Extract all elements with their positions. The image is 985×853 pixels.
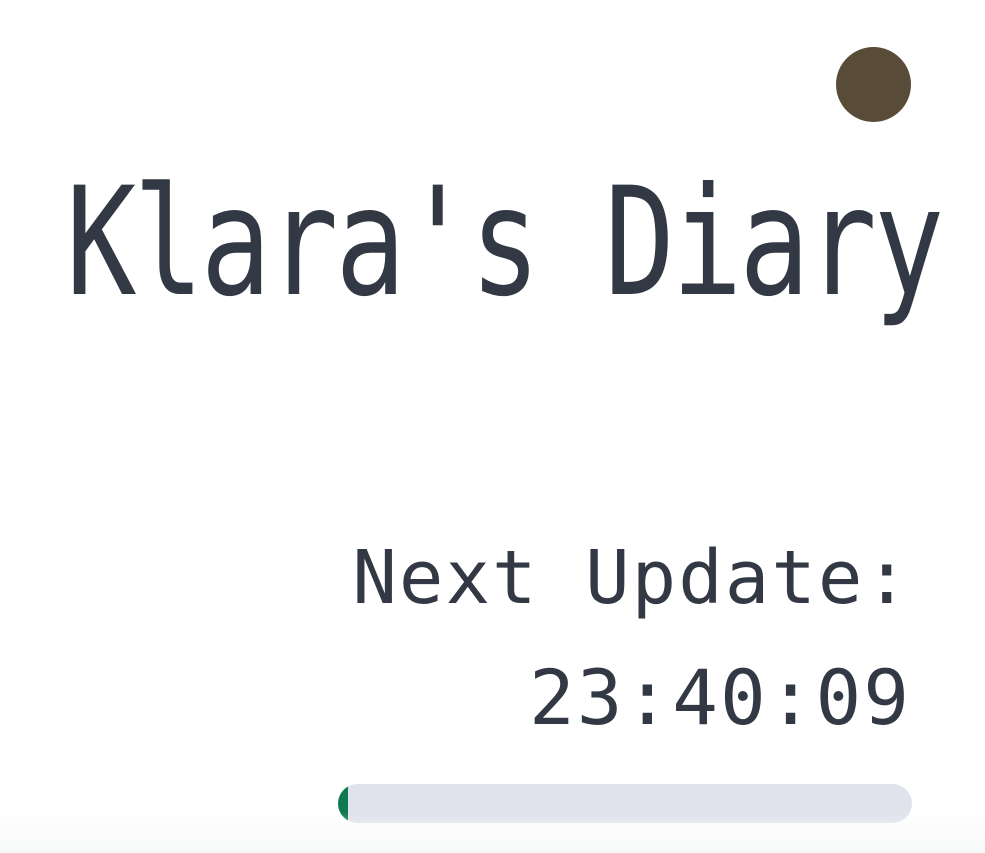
page-title: Klara's Diary bbox=[66, 156, 944, 330]
next-update-label: Next Update: bbox=[352, 535, 911, 621]
page: Klara's Diary Next Update: 23:40:09 bbox=[0, 0, 985, 853]
update-progress-fill bbox=[338, 784, 349, 823]
update-progress-bar bbox=[338, 784, 912, 823]
next-update-section: Next Update: 23:40:09 bbox=[311, 536, 911, 740]
countdown-timer: 23:40:09 bbox=[528, 653, 911, 742]
avatar[interactable] bbox=[836, 47, 911, 122]
